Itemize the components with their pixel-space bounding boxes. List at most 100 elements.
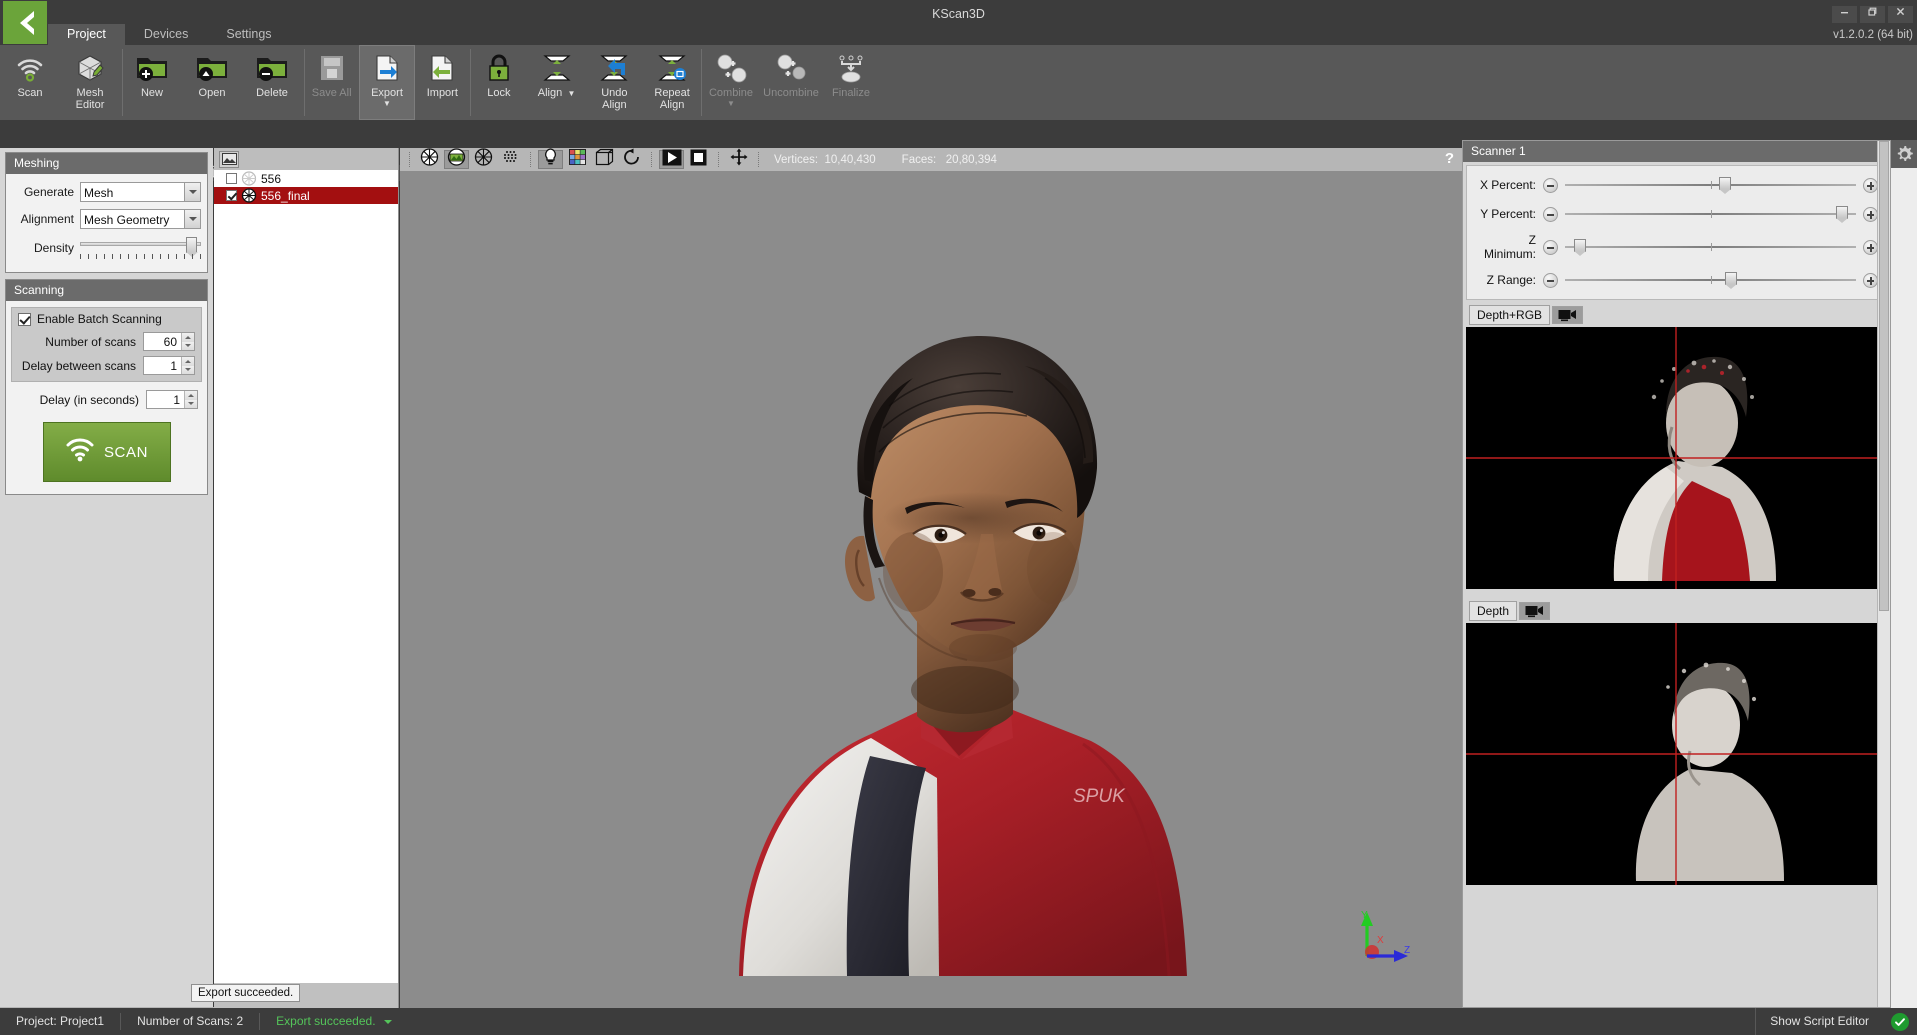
- reset-rotate-icon: [623, 148, 641, 171]
- new-project-button[interactable]: New: [122, 45, 182, 120]
- x-percent-plus-button[interactable]: [1863, 178, 1878, 193]
- pan-tool-button[interactable]: [726, 150, 751, 169]
- settings-gear-button[interactable]: [1891, 140, 1917, 168]
- list-item[interactable]: 556: [214, 170, 398, 187]
- density-slider[interactable]: [80, 236, 201, 260]
- bounding-box-button[interactable]: [592, 150, 617, 169]
- y-percent-plus-button[interactable]: [1863, 207, 1878, 222]
- tab-settings[interactable]: Settings: [207, 24, 290, 45]
- export-caret-icon[interactable]: ▼: [383, 100, 391, 107]
- status-project-label: Project:: [16, 1014, 57, 1028]
- z-range-slider-knob[interactable]: [1725, 272, 1737, 285]
- scanner-panel-scrollbar[interactable]: [1877, 141, 1890, 1007]
- color-palette-button[interactable]: [565, 150, 590, 169]
- z-minimum-slider[interactable]: [1565, 237, 1856, 257]
- import-button[interactable]: Import: [415, 45, 470, 120]
- image-thumbnail-icon[interactable]: [219, 151, 239, 168]
- wireframe-view-button[interactable]: [471, 150, 496, 169]
- enable-batch-scanning-checkbox[interactable]: [18, 313, 31, 326]
- spin-up-icon[interactable]: [182, 357, 194, 366]
- z-range-slider[interactable]: [1565, 270, 1856, 290]
- scan-list[interactable]: 556 556_final: [214, 170, 398, 983]
- delay-seconds-stepper[interactable]: 1: [146, 390, 198, 409]
- z-minimum-minus-button[interactable]: [1543, 240, 1558, 255]
- x-percent-slider-knob[interactable]: [1719, 177, 1731, 190]
- number-of-scans-value[interactable]: 60: [144, 333, 181, 350]
- vertices-stat: Vertices: 10,40,430: [774, 154, 876, 166]
- delay-between-scans-stepper[interactable]: 1: [143, 356, 195, 375]
- chevron-down-icon[interactable]: [184, 210, 200, 228]
- status-message[interactable]: Export succeeded.: [260, 1008, 408, 1035]
- tab-devices[interactable]: Devices: [125, 24, 207, 45]
- depth-tab[interactable]: Depth: [1469, 601, 1517, 621]
- minimize-button[interactable]: [1832, 6, 1857, 23]
- delay-between-scans-value[interactable]: 1: [144, 357, 181, 374]
- spin-down-icon[interactable]: [185, 400, 197, 409]
- repeat-align-button[interactable]: RepeatAlign: [643, 45, 701, 120]
- enable-batch-scanning-label: Enable Batch Scanning: [37, 312, 162, 326]
- scan-visibility-checkbox[interactable]: [226, 173, 237, 184]
- scanner-panel-title: Scanner 1: [1463, 141, 1890, 162]
- y-percent-minus-button[interactable]: [1543, 207, 1558, 222]
- tab-project[interactable]: Project: [48, 24, 125, 45]
- z-minimum-slider-knob[interactable]: [1574, 239, 1586, 252]
- align-button[interactable]: Align ▼: [528, 45, 586, 120]
- list-item[interactable]: 556_final: [214, 187, 398, 204]
- reset-view-button[interactable]: [619, 150, 644, 169]
- spin-down-icon[interactable]: [182, 342, 194, 351]
- shaded-view-button[interactable]: [417, 150, 442, 169]
- close-button[interactable]: [1888, 6, 1913, 23]
- maximize-button[interactable]: [1860, 6, 1885, 23]
- stop-button[interactable]: [686, 150, 711, 169]
- scan-mode-button[interactable]: Scan: [0, 45, 60, 120]
- y-percent-row: Y Percent:: [1475, 204, 1878, 224]
- z-range-minus-button[interactable]: [1543, 273, 1558, 288]
- scan-button[interactable]: SCAN: [43, 422, 171, 482]
- delay-seconds-value[interactable]: 1: [147, 391, 184, 408]
- x-percent-slider[interactable]: [1565, 175, 1856, 195]
- delete-project-button[interactable]: Delete: [242, 45, 302, 120]
- mesh-editor-button[interactable]: MeshEditor: [60, 45, 120, 120]
- enable-batch-scanning-row[interactable]: Enable Batch Scanning: [18, 312, 195, 326]
- open-project-button[interactable]: Open: [182, 45, 242, 120]
- export-button[interactable]: Export ▼: [359, 45, 414, 120]
- app-logo-icon[interactable]: [3, 1, 47, 44]
- points-view-button[interactable]: [498, 150, 523, 169]
- show-script-editor-button[interactable]: Show Script Editor: [1755, 1008, 1883, 1035]
- scrollbar-thumb[interactable]: [1879, 141, 1889, 611]
- z-range-plus-button[interactable]: [1863, 273, 1878, 288]
- scan-wifi-icon: [65, 437, 95, 467]
- alignment-combo[interactable]: Mesh Geometry: [80, 209, 201, 229]
- generate-combo[interactable]: Mesh: [80, 182, 201, 202]
- right-rail: [1891, 168, 1917, 1008]
- video-camera-icon[interactable]: [1552, 306, 1583, 324]
- depth-rgb-preview[interactable]: [1466, 327, 1887, 589]
- video-camera-icon[interactable]: [1519, 602, 1550, 620]
- z-minimum-plus-button[interactable]: [1863, 240, 1878, 255]
- number-of-scans-stepper[interactable]: 60: [143, 332, 195, 351]
- help-button[interactable]: ?: [1445, 150, 1454, 167]
- 3d-viewport-canvas[interactable]: SPUK: [400, 171, 1462, 1008]
- play-button[interactable]: [659, 150, 684, 169]
- lock-button[interactable]: Lock: [470, 45, 528, 120]
- align-caret-icon[interactable]: ▼: [565, 89, 575, 98]
- undo-align-button[interactable]: UndoAlign: [586, 45, 644, 120]
- x-percent-minus-button[interactable]: [1543, 178, 1558, 193]
- depth-preview[interactable]: [1466, 623, 1887, 885]
- spin-down-icon[interactable]: [182, 366, 194, 375]
- y-percent-slider[interactable]: [1565, 204, 1856, 224]
- lighting-toggle-button[interactable]: [538, 150, 563, 169]
- import-icon: [429, 51, 455, 85]
- chevron-down-icon[interactable]: [184, 183, 200, 201]
- number-of-scans-spin-buttons[interactable]: [181, 333, 194, 350]
- status-message-caret-icon[interactable]: [384, 1020, 392, 1024]
- depth-rgb-tab[interactable]: Depth+RGB: [1469, 305, 1550, 325]
- spin-up-icon[interactable]: [185, 391, 197, 400]
- spin-up-icon[interactable]: [182, 333, 194, 342]
- delay-between-scans-spin-buttons[interactable]: [181, 357, 194, 374]
- delay-seconds-spin-buttons[interactable]: [184, 391, 197, 408]
- scan-visibility-checkbox[interactable]: [226, 190, 237, 201]
- density-slider-knob[interactable]: [186, 237, 197, 253]
- textured-view-button[interactable]: [444, 150, 469, 169]
- y-percent-slider-knob[interactable]: [1836, 206, 1848, 219]
